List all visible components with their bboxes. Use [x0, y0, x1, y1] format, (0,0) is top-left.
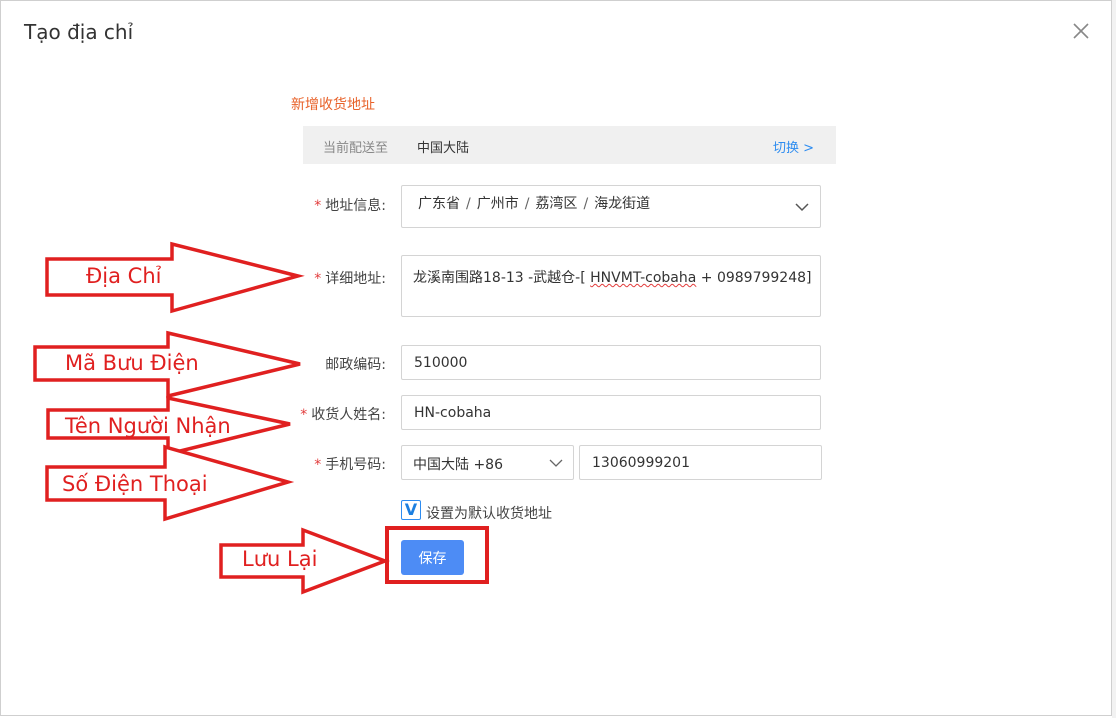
dialog-title: Tạo địa chỉ — [24, 20, 134, 44]
default-address-checkbox[interactable]: V — [401, 500, 421, 520]
window-edge — [1112, 0, 1116, 718]
close-icon — [1073, 23, 1089, 39]
country-code-select[interactable]: 中国大陆 +86 — [401, 445, 574, 480]
detail-address-value: 龙溪南围路18-13 -武越仓-[ HNVMT-cobaha + 0989799… — [413, 267, 811, 287]
region-district: 荔湾区 — [535, 196, 578, 212]
phone-number-input[interactable] — [580, 446, 821, 479]
region-street: 海龙街道 — [594, 196, 651, 212]
required-mark: * — [314, 457, 322, 473]
address-info-label: * 地址信息: — [256, 195, 386, 215]
receiver-name-label: * 收货人姓名: — [256, 404, 386, 424]
region-separator: / — [524, 196, 530, 212]
region-separator: / — [466, 196, 471, 212]
ship-to-bar: 当前配送至 中国大陆 切换 > — [303, 126, 836, 164]
detail-address-prefix: 龙溪南围路18-13 -武越仓-[ — [413, 270, 591, 286]
ship-to-value: 中国大陆 — [417, 141, 470, 156]
detail-address-textarea[interactable]: 龙溪南围路18-13 -武越仓-[ HNVMT-cobaha + 0989799… — [401, 255, 821, 317]
detail-address-suffix: + 0989799248] — [696, 270, 812, 286]
section-title: 新增收货地址 — [291, 97, 375, 113]
region-city: 广州市 — [476, 196, 519, 212]
region-path: 广东省 / 广州市 / 荔湾区 / 海龙街道 — [418, 193, 650, 213]
switch-region-link[interactable]: 切换 > — [773, 137, 814, 156]
receiver-name-input[interactable] — [402, 396, 820, 429]
chevron-down-icon — [549, 459, 563, 467]
required-mark: * — [300, 407, 308, 423]
receiver-name-label-text: 收货人姓名: — [311, 407, 386, 423]
annotation-label-address: Địa Chỉ — [86, 264, 162, 288]
annotation-label-save: Lưu Lại — [242, 547, 318, 571]
postal-code-field[interactable] — [401, 345, 821, 380]
address-info-label-text: 地址信息: — [325, 198, 386, 214]
receiver-name-field[interactable] — [401, 395, 821, 430]
postal-code-label: 邮政编码: — [325, 357, 386, 373]
phone-label: * 手机号码: — [256, 454, 386, 474]
annotation-label-phone: Số Điện Thoại — [62, 472, 208, 496]
annotation-label-postal: Mã Bưu Điện — [65, 351, 199, 375]
detail-address-label-text: 详细地址: — [325, 271, 386, 287]
postal-code-input[interactable] — [402, 346, 820, 379]
phone-label-text: 手机号码: — [325, 457, 386, 473]
ship-to-label: 当前配送至 — [323, 141, 389, 156]
detail-address-label: * 详细地址: — [256, 268, 386, 288]
annotation-label-receiver: Tên Người Nhận — [65, 414, 231, 438]
region-province: 广东省 — [418, 196, 460, 212]
save-button[interactable]: 保存 — [401, 540, 464, 575]
required-mark: * — [314, 271, 322, 287]
country-code-value: 中国大陆 +86 — [413, 457, 503, 473]
detail-address-spellcheck-word: HNVMT-cobaha — [590, 270, 697, 286]
required-mark: * — [314, 198, 322, 214]
default-address-label: 设置为默认收货地址 — [426, 506, 552, 522]
phone-number-field[interactable] — [579, 445, 822, 480]
close-button[interactable] — [1070, 20, 1092, 42]
chevron-down-icon — [795, 203, 809, 212]
region-separator: / — [583, 196, 589, 212]
region-select[interactable]: 广东省 / 广州市 / 荔湾区 / 海龙街道 — [401, 185, 821, 228]
